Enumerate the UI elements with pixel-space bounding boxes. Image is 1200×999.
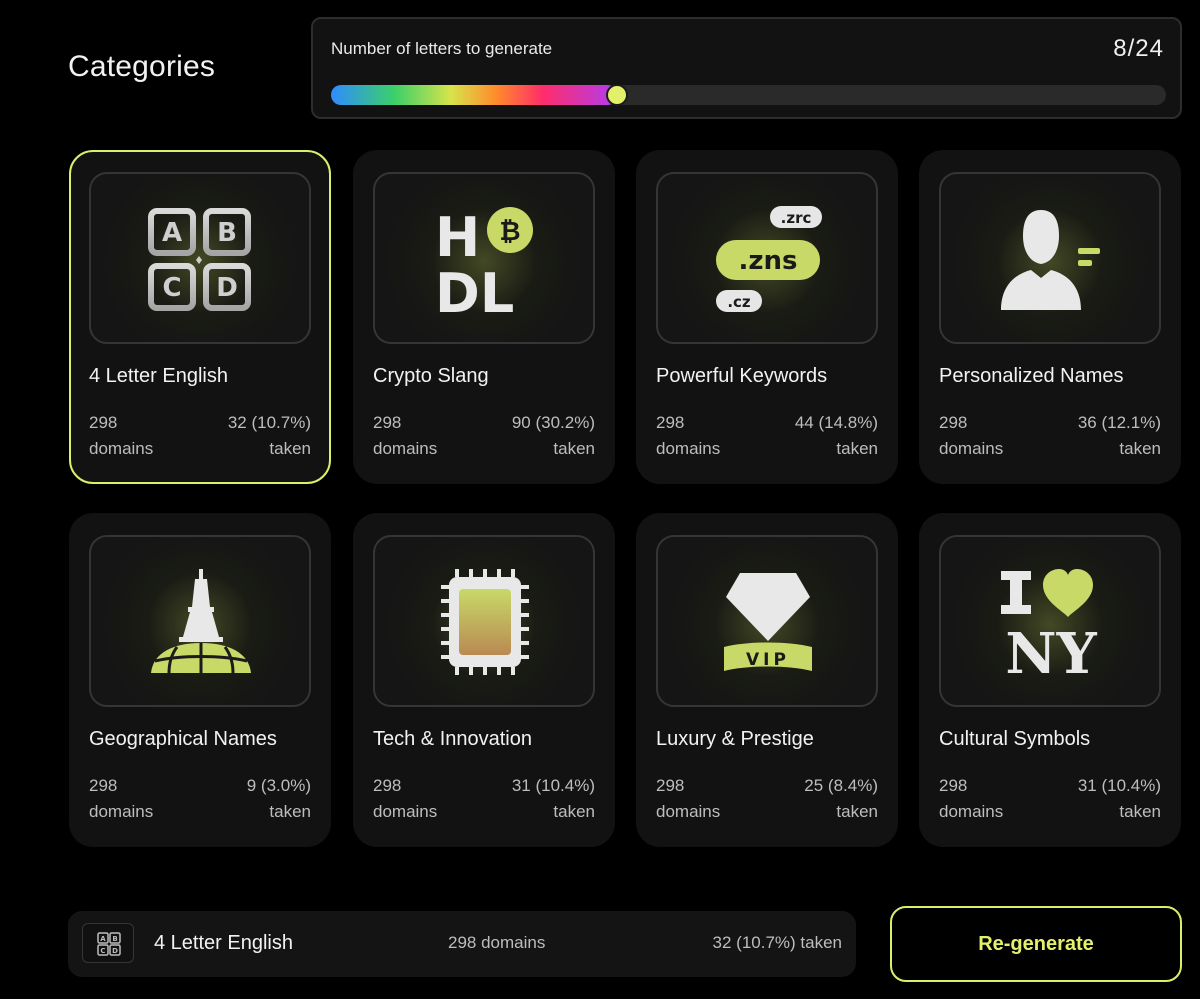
category-card-cultural-symbols[interactable]: NY Cultural Symbols 298 domains 31 (10.4%…: [919, 513, 1181, 847]
card-domains: 298 domains: [373, 776, 438, 821]
category-card-4-letter-english[interactable]: A B C D 4 Letter English 298 domains 32 (10…: [69, 150, 331, 484]
card-title: Cultural Symbols: [939, 728, 1091, 750]
card-taken: 9 (3.0%) taken: [246, 776, 311, 821]
card-title: Tech & Innovation: [373, 728, 532, 750]
card-domains: 298 domains: [656, 776, 721, 821]
card-domains: 298 domains: [89, 413, 154, 458]
card-title: Powerful Keywords: [656, 365, 828, 387]
slider-count: 8/24: [1113, 35, 1164, 62]
category-card-powerful-keywords[interactable]: .zrc .zns .cz Powerful Keywords 298 domai…: [636, 150, 898, 484]
regenerate-button[interactable]: Re-generate: [890, 906, 1182, 982]
abcd-blocks-icon: A B C D: [89, 172, 311, 344]
card-taken: 32 (10.7%) taken: [227, 413, 311, 458]
card-title: Crypto Slang: [373, 365, 489, 387]
card-title: Personalized Names: [939, 365, 1124, 387]
svg-text:DL: DL: [435, 262, 514, 325]
svg-text:D: D: [112, 947, 118, 955]
svg-text:.zns: .zns: [739, 246, 798, 276]
domain-tags-icon: .zrc .zns .cz: [656, 172, 878, 344]
category-card-tech-innovation[interactable]: Tech & Innovation 298 domains 31 (10.4%) t…: [353, 513, 615, 847]
card-taken: 44 (14.8%) taken: [794, 413, 878, 458]
card-domains: 298 domains: [939, 413, 1004, 458]
card-taken: 31 (10.4%) taken: [511, 776, 595, 821]
card-title: Geographical Names: [89, 728, 277, 750]
diamond-vip-icon: VIP: [656, 535, 878, 707]
card-taken: 31 (10.4%) taken: [1077, 776, 1161, 821]
svg-text:C: C: [100, 947, 105, 955]
svg-text:₿: ₿: [499, 217, 520, 247]
i-love-ny-icon: NY: [939, 535, 1161, 707]
card-domains: 298 domains: [89, 776, 154, 821]
letter-count-slider-panel: Number of letters to generate 8/24: [311, 17, 1182, 119]
eiffel-tower-globe-icon: [89, 535, 311, 707]
svg-text:B: B: [112, 935, 117, 943]
svg-text:A: A: [100, 935, 106, 943]
svg-text:D: D: [216, 273, 238, 303]
svg-text:C: C: [162, 273, 181, 303]
microchip-icon: [373, 535, 595, 707]
svg-text:A: A: [162, 218, 182, 248]
summary-taken: 32 (10.7%) taken: [712, 933, 842, 952]
card-taken: 25 (8.4%) taken: [804, 776, 878, 821]
slider-thumb[interactable]: [606, 84, 628, 106]
card-title: 4 Letter English: [89, 365, 228, 387]
category-card-geographical-names[interactable]: Geographical Names 298 domains 9 (3.0%) ta…: [69, 513, 331, 847]
card-title: Luxury & Prestige: [656, 728, 814, 750]
svg-text:.zrc: .zrc: [781, 209, 812, 227]
letter-count-slider[interactable]: [331, 84, 1166, 106]
category-card-crypto-slang[interactable]: H DL ₿ Crypto Slang 298 domains 90 (30.2%…: [353, 150, 615, 484]
slider-fill: [331, 85, 617, 105]
svg-text:VIP: VIP: [746, 650, 790, 670]
summary-domains: 298 domains: [448, 933, 546, 952]
svg-text:NY: NY: [1005, 621, 1097, 687]
abcd-blocks-icon: ABCD: [82, 923, 134, 963]
category-card-personalized-names[interactable]: Personalized Names 298 domains 36 (12.1%)…: [919, 150, 1181, 484]
card-domains: 298 domains: [939, 776, 1004, 821]
card-taken: 90 (30.2%) taken: [511, 413, 595, 458]
selected-category-summary: ABCD 4 Letter English 298 domains 32 (10…: [68, 911, 856, 977]
hodl-bitcoin-icon: H DL ₿: [373, 172, 595, 344]
category-card-luxury-prestige[interactable]: VIP Luxury & Prestige 298 domains 25 (8.4…: [636, 513, 898, 847]
card-domains: 298 domains: [373, 413, 438, 458]
card-domains: 298 domains: [656, 413, 721, 458]
svg-text:.cz: .cz: [727, 293, 751, 311]
page-title: Categories: [68, 50, 216, 83]
person-silhouette-icon: [939, 172, 1161, 344]
svg-text:B: B: [217, 218, 237, 248]
summary-category-name: 4 Letter English: [154, 932, 293, 954]
slider-label: Number of letters to generate: [331, 39, 553, 58]
card-taken: 36 (12.1%) taken: [1077, 413, 1161, 458]
svg-text:H: H: [435, 206, 480, 269]
